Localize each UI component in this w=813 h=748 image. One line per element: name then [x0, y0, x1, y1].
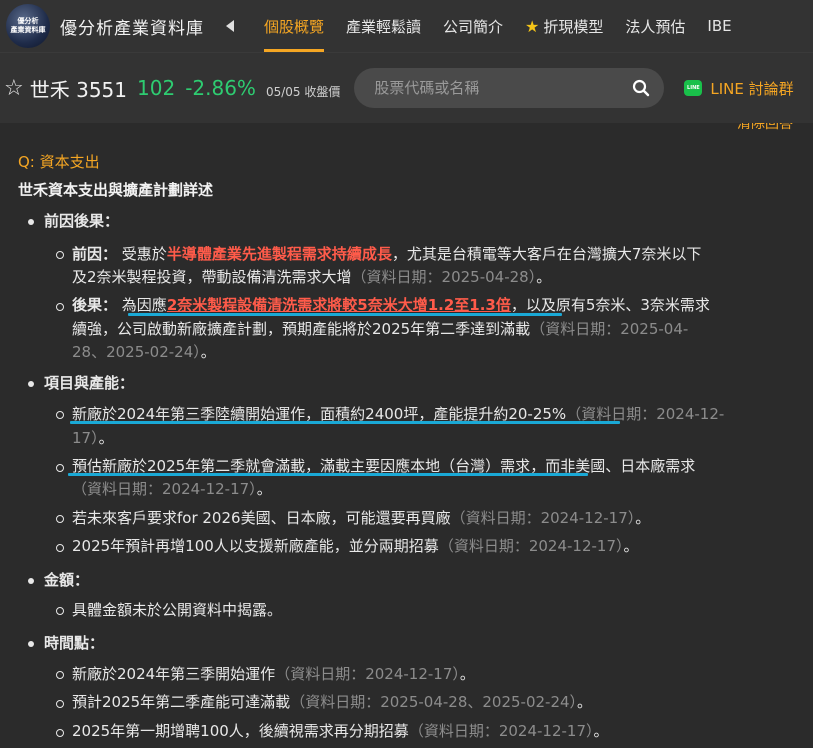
section-heading: 項目與產能： [44, 374, 135, 392]
answer-panel: 清除回答 Q: 資本支出 世禾資本支出與擴產計劃詳述 前因後果： 前因： 受惠於… [0, 123, 813, 748]
clear-answer-link[interactable]: 清除回答 [737, 123, 793, 133]
brand-name[interactable]: 優分析產業資料庫 [60, 14, 204, 39]
bullet-circle [56, 544, 64, 552]
section-heading: 前因後果： [44, 212, 120, 230]
stock-bar: ☆ 世禾 3551 102 -2.86% 05/05 收盤價 LINE LINE… [0, 53, 813, 123]
bullet-circle [56, 671, 64, 679]
stock-name: 世禾 3551 [29, 77, 127, 102]
bullet-dot [28, 381, 34, 387]
list-item-cont: 續強，公司啟動新廠擴產計劃，預期產能將於2025年第二季達到滿載（資料日期：20… [72, 320, 689, 338]
bullet-circle [56, 729, 64, 737]
highlight-underline [128, 313, 562, 316]
bullet-circle [56, 700, 64, 708]
list-item: 2025年第一期增聘100人，後續視需求再分期招募（資料日期：2024-12-1… [72, 722, 609, 740]
list-item-cont: （資料日期：2024-12-17）。 [72, 480, 272, 498]
answer-title: 世禾資本支出與擴產計劃詳述 [18, 181, 214, 199]
stock-date: 05/05 收盤價 [265, 84, 341, 99]
question-label: Q: 資本支出 [18, 153, 100, 171]
favorite-star-icon[interactable]: ☆ [4, 76, 24, 101]
search-box [354, 68, 665, 108]
search-input[interactable] [372, 78, 633, 98]
highlight-underline [68, 473, 588, 476]
list-item: 後果： 為因應2奈米製程設備清洗需求將較5奈米大增1.2至1.3倍，以及原有5奈… [72, 296, 710, 314]
tab-industry-read[interactable]: 產業輕鬆讀 [346, 0, 421, 52]
tab-analyst-estimates[interactable]: 法人預估 [625, 0, 685, 52]
highlight-underline [70, 421, 620, 424]
list-item: 具體金額未於公開資料中揭露。 [72, 601, 283, 619]
tab-ibe[interactable]: IBE [707, 0, 731, 52]
bullet-circle [56, 515, 64, 523]
bullet-circle [56, 411, 64, 419]
bullet-dot [28, 578, 34, 584]
list-item: 前因： 受惠於半導體產業先進製程需求持續成長，尤其是台積電等大客戶在台灣擴大7奈… [72, 245, 702, 263]
bullet-circle [56, 303, 64, 311]
tab-company-profile[interactable]: 公司簡介 [443, 0, 503, 52]
line-icon: LINE [684, 80, 703, 96]
list-item: 預計2025年第二季產能可達滿載（資料日期：2025-04-28、2025-02… [72, 693, 593, 711]
list-item-cont: 28、2025-02-24）。 [72, 343, 216, 361]
list-item-cont: 及2奈米製程投資，帶動設備清洗需求大增（資料日期：2025-04-28）。 [72, 268, 552, 286]
bullet-circle [56, 251, 64, 259]
section-heading: 金額： [44, 571, 90, 589]
list-item: 2025年預計再增100人以支援新廠產能，並分兩期招募（資料日期：2024-12… [72, 537, 639, 555]
tab-overview[interactable]: 個股概覽 [264, 0, 325, 52]
bullet-circle [56, 464, 64, 472]
search-icon[interactable] [632, 79, 650, 97]
list-item-cont: 17）。 [72, 429, 114, 447]
stock-change: -2.86% [185, 76, 256, 100]
brand-logo[interactable]: 優分析 產業資料庫 [6, 4, 50, 48]
tab-dcf-model[interactable]: ★ 折現模型 [525, 0, 603, 52]
list-item: 若未來客戶要求for 2026美國、日本廠，可能還要再買廠（資料日期：2024-… [72, 509, 651, 527]
stock-price: 102 [137, 76, 176, 100]
bullet-dot [28, 641, 34, 647]
bullet-circle [56, 607, 64, 615]
section-heading: 時間點： [44, 634, 105, 652]
line-group-link[interactable]: LINE LINE 討論群 [684, 78, 794, 99]
bullet-dot [28, 219, 34, 225]
nav-scroll-left-icon[interactable] [226, 20, 234, 32]
list-item: 新廠於2024年第三季開始運作（資料日期：2024-12-17）。 [72, 665, 475, 683]
top-nav: 優分析 產業資料庫 優分析產業資料庫 個股概覽 產業輕鬆讀 公司簡介 ★ 折現模… [0, 0, 813, 53]
star-icon: ★ [525, 16, 540, 36]
